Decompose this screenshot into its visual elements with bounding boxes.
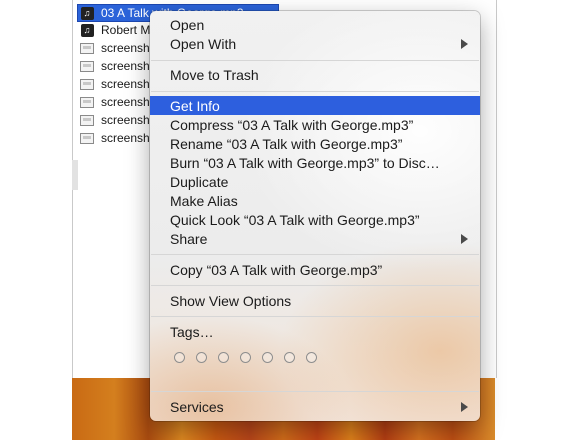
music-file-icon: ♫ bbox=[79, 23, 95, 37]
context-menu: Open Open With Move to Trash Get Info Co… bbox=[150, 11, 480, 421]
screenshot-file-icon bbox=[79, 113, 95, 127]
menu-item-open-with[interactable]: Open With bbox=[150, 34, 480, 53]
menu-item-label: Tags… bbox=[170, 323, 214, 340]
menu-item-open[interactable]: Open bbox=[150, 15, 480, 34]
menu-item-services[interactable]: Services bbox=[150, 397, 480, 416]
file-name: screensh bbox=[101, 41, 150, 55]
menu-separator bbox=[151, 91, 479, 92]
submenu-arrow-icon bbox=[461, 234, 468, 244]
menu-item-label: Rename “03 A Talk with George.mp3” bbox=[170, 135, 403, 152]
menu-item-label: Compress “03 A Talk with George.mp3” bbox=[170, 116, 414, 133]
menu-item-tags[interactable]: Tags… bbox=[150, 322, 480, 341]
menu-item-rename[interactable]: Rename “03 A Talk with George.mp3” bbox=[150, 134, 480, 153]
menu-item-label: Quick Look “03 A Talk with George.mp3” bbox=[170, 211, 420, 228]
screenshot-file-icon bbox=[79, 77, 95, 91]
menu-item-make-alias[interactable]: Make Alias bbox=[150, 191, 480, 210]
menu-item-label: Show View Options bbox=[170, 292, 292, 309]
tag-color-circle[interactable] bbox=[306, 352, 317, 363]
menu-item-duplicate[interactable]: Duplicate bbox=[150, 172, 480, 191]
tag-color-circle[interactable] bbox=[174, 352, 185, 363]
screenshot-file-icon bbox=[79, 95, 95, 109]
menu-item-move-to-trash[interactable]: Move to Trash bbox=[150, 65, 480, 84]
menu-item-label: Get Info bbox=[170, 97, 220, 114]
menu-item-quick-look[interactable]: Quick Look “03 A Talk with George.mp3” bbox=[150, 210, 480, 229]
file-name: screensh bbox=[101, 131, 150, 145]
menu-item-label: Move to Trash bbox=[170, 66, 259, 83]
file-name: screensh bbox=[101, 77, 150, 91]
menu-item-label: Services bbox=[170, 398, 224, 415]
tag-color-circle[interactable] bbox=[284, 352, 295, 363]
tag-color-row bbox=[174, 352, 328, 366]
menu-item-label: Open With bbox=[170, 35, 237, 52]
menu-item-get-info[interactable]: Get Info bbox=[150, 96, 480, 115]
menu-separator bbox=[151, 60, 479, 61]
menu-item-label: Duplicate bbox=[170, 173, 229, 190]
file-name: screensh bbox=[101, 95, 150, 109]
menu-separator bbox=[151, 391, 479, 392]
tag-color-circle[interactable] bbox=[218, 352, 229, 363]
submenu-arrow-icon bbox=[461, 39, 468, 49]
menu-item-label: Burn “03 A Talk with George.mp3” to Disc… bbox=[170, 154, 440, 171]
menu-item-label: Open bbox=[170, 16, 205, 33]
screenshot-file-icon bbox=[79, 131, 95, 145]
menu-item-label: Make Alias bbox=[170, 192, 238, 209]
tag-color-circle[interactable] bbox=[262, 352, 273, 363]
menu-item-burn[interactable]: Burn “03 A Talk with George.mp3” to Disc… bbox=[150, 153, 480, 172]
menu-item-show-view-options[interactable]: Show View Options bbox=[150, 291, 480, 310]
submenu-arrow-icon bbox=[461, 402, 468, 412]
screenshot-file-icon bbox=[79, 59, 95, 73]
file-name: screensh bbox=[101, 113, 150, 127]
menu-separator bbox=[151, 254, 479, 255]
menu-separator bbox=[151, 285, 479, 286]
scrollbar-track[interactable] bbox=[72, 160, 78, 190]
tag-color-circle[interactable] bbox=[196, 352, 207, 363]
file-name: Robert M bbox=[101, 23, 151, 37]
file-name: screensh bbox=[101, 59, 150, 73]
menu-item-share[interactable]: Share bbox=[150, 229, 480, 248]
menu-item-label: Share bbox=[170, 230, 208, 247]
music-file-icon: ♫ bbox=[79, 6, 95, 20]
menu-item-compress[interactable]: Compress “03 A Talk with George.mp3” bbox=[150, 115, 480, 134]
menu-item-copy[interactable]: Copy “03 A Talk with George.mp3” bbox=[150, 260, 480, 279]
tag-color-circle[interactable] bbox=[240, 352, 251, 363]
menu-item-label: Copy “03 A Talk with George.mp3” bbox=[170, 261, 383, 278]
screenshot-file-icon bbox=[79, 41, 95, 55]
menu-separator bbox=[151, 316, 479, 317]
